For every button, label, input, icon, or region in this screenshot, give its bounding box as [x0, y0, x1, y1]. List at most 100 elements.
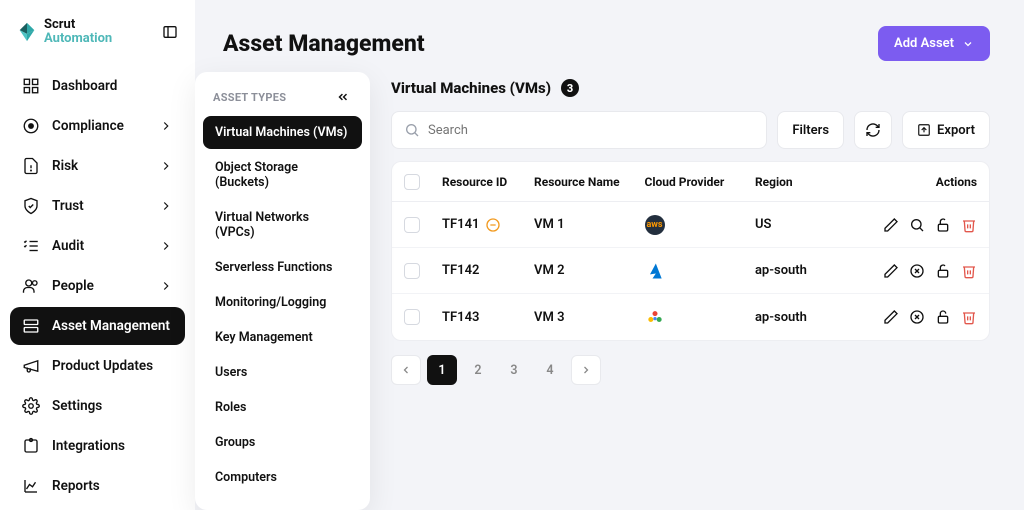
page-prev[interactable]	[391, 355, 421, 385]
delete-action[interactable]	[961, 217, 977, 233]
edit-action[interactable]	[883, 217, 899, 233]
resource-id: TF141	[442, 217, 479, 232]
sidebar-item-label: Trust	[52, 198, 84, 214]
select-all-checkbox[interactable]	[404, 174, 420, 190]
th-cloud-provider: Cloud Provider	[645, 175, 755, 189]
search-action[interactable]	[909, 217, 925, 233]
type-item[interactable]: Monitoring/Logging	[203, 286, 362, 319]
type-item[interactable]: Computers	[203, 461, 362, 494]
sidebar-item-label: Dashboard	[52, 78, 117, 94]
sidebar-item-dashboard[interactable]: Dashboard	[10, 67, 185, 105]
th-region: Region	[755, 175, 847, 189]
chevron-right-icon	[159, 159, 173, 173]
resource-id: TF143	[442, 310, 479, 325]
table-row: TF142 VM 2 ap-south	[392, 248, 989, 294]
asset-types-panel: ASSET TYPES Virtual Machines (VMs)Object…	[195, 72, 370, 510]
type-item[interactable]: Object Storage (Buckets)	[203, 151, 362, 199]
close-action[interactable]	[909, 263, 925, 279]
table-row: TF141 VM 1 aws US	[392, 202, 989, 248]
region: ap-south	[755, 263, 847, 278]
page-1[interactable]: 1	[427, 355, 457, 385]
type-item[interactable]: Virtual Machines (VMs)	[203, 116, 362, 149]
unlock-action[interactable]	[935, 263, 951, 279]
row-checkbox[interactable]	[404, 263, 420, 279]
sidebar-item-audit[interactable]: Audit	[10, 227, 185, 265]
type-item[interactable]: Serverless Functions	[203, 251, 362, 284]
lock-action[interactable]	[935, 309, 951, 325]
delete-action[interactable]	[961, 263, 977, 279]
edit-action[interactable]	[883, 263, 899, 279]
close-action[interactable]	[909, 309, 925, 325]
chevron-right-icon	[159, 279, 173, 293]
chevron-right-icon	[159, 239, 173, 253]
resource-id: TF142	[442, 263, 479, 278]
asset-types-heading: ASSET TYPES	[213, 91, 286, 104]
page-title: Asset Management	[223, 30, 425, 57]
resource-name: VM 3	[534, 310, 644, 325]
section-title: Virtual Machines (VMs)	[391, 79, 551, 97]
sidebar-item-settings[interactable]: Settings	[10, 387, 185, 425]
row-checkbox[interactable]	[404, 217, 420, 233]
sidebar-item-reports[interactable]: Reports	[10, 467, 185, 505]
refresh-button[interactable]	[854, 111, 892, 149]
brand-sub: Automation	[44, 31, 112, 46]
type-item[interactable]: Groups	[203, 426, 362, 459]
file-alert-icon	[22, 157, 40, 175]
collapse-sidebar-button[interactable]	[161, 23, 179, 41]
search-box[interactable]	[391, 111, 767, 149]
azure-icon	[645, 261, 665, 281]
sidebar-item-integrations[interactable]: Integrations	[10, 427, 185, 465]
warning-icon	[485, 217, 501, 233]
users-icon	[22, 277, 40, 295]
puzzle-icon	[22, 437, 40, 455]
sidebar-item-people[interactable]: People	[10, 267, 185, 305]
sidebar-item-product-updates[interactable]: Product Updates	[10, 347, 185, 385]
sidebar: ScrutAutomation Dashboard Compliance Risk T…	[0, 0, 195, 510]
chevron-right-icon	[159, 119, 173, 133]
count-badge: 3	[561, 79, 579, 97]
row-checkbox[interactable]	[404, 309, 420, 325]
circle-dot-icon	[22, 117, 40, 135]
sidebar-item-risk[interactable]: Risk	[10, 147, 185, 185]
edit-action[interactable]	[883, 309, 899, 325]
sidebar-item-compliance[interactable]: Compliance	[10, 107, 185, 145]
type-item[interactable]: Users	[203, 356, 362, 389]
page-4[interactable]: 4	[535, 355, 565, 385]
th-resource-id: Resource ID	[442, 175, 534, 189]
type-item[interactable]: Roles	[203, 391, 362, 424]
chart-icon	[22, 477, 40, 495]
pagination: 1234	[391, 355, 990, 385]
unlock-action[interactable]	[935, 217, 951, 233]
logo[interactable]: ScrutAutomation	[16, 18, 112, 45]
type-item[interactable]: Key Management	[203, 321, 362, 354]
region: ap-south	[755, 310, 847, 325]
delete-action[interactable]	[961, 309, 977, 325]
search-icon	[404, 122, 420, 138]
export-button[interactable]: Export	[902, 111, 990, 149]
page-2[interactable]: 2	[463, 355, 493, 385]
search-input[interactable]	[428, 123, 754, 138]
aws-icon: aws	[645, 215, 665, 235]
list-check-icon	[22, 237, 40, 255]
add-asset-button[interactable]: Add Asset	[878, 26, 990, 61]
refresh-icon	[865, 122, 881, 138]
shield-check-icon	[22, 197, 40, 215]
sidebar-item-label: Product Updates	[52, 358, 153, 374]
layout-list-icon	[22, 317, 40, 335]
sidebar-item-trust[interactable]: Trust	[10, 187, 185, 225]
sidebar-item-label: Risk	[52, 158, 78, 174]
type-item[interactable]: Virtual Networks (VPCs)	[203, 201, 362, 249]
export-icon	[917, 123, 931, 137]
resource-name: VM 2	[534, 263, 644, 278]
filters-button[interactable]: Filters	[777, 111, 844, 149]
collapse-types-button[interactable]	[334, 88, 352, 106]
th-actions: Actions	[847, 175, 977, 189]
chevron-down-icon	[962, 38, 974, 50]
chevron-right-icon	[159, 199, 173, 213]
sidebar-item-asset-management[interactable]: Asset Management	[10, 307, 185, 345]
page-3[interactable]: 3	[499, 355, 529, 385]
table-header: Resource ID Resource Name Cloud Provider…	[392, 162, 989, 202]
page-next[interactable]	[571, 355, 601, 385]
sidebar-item-label: People	[52, 278, 94, 294]
logo-icon	[16, 21, 38, 43]
